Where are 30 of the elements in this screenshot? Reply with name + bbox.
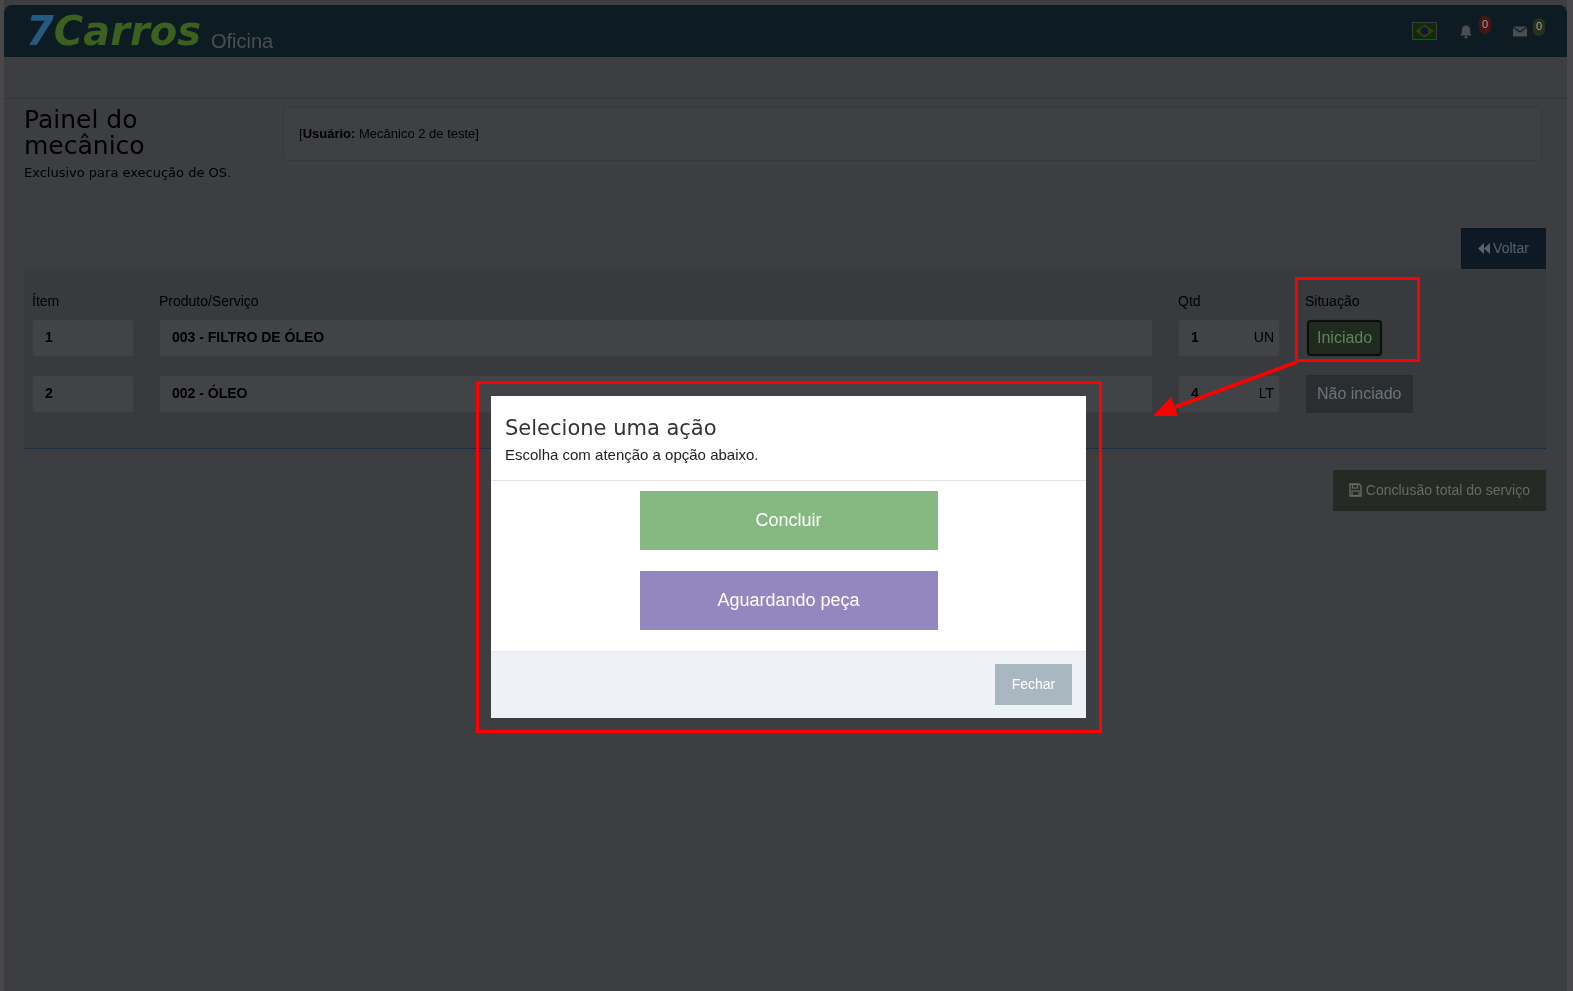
notification-count: 0 [1479, 15, 1491, 34]
quantity-field: 1 UN [1178, 318, 1280, 357]
item-field: 2 [32, 374, 134, 413]
column-header: Produto/Serviço [159, 291, 260, 311]
column-header: Ítem [32, 291, 61, 311]
logo-subtitle: Oficina [210, 31, 274, 51]
page-subtitle: Exclusivo para execução de OS. [24, 164, 233, 182]
back-button[interactable]: Voltar [1461, 227, 1546, 269]
flag-icon[interactable] [1412, 22, 1437, 40]
user-info: [Usuário: Mecânico 2 de teste] [283, 107, 1542, 161]
column-header: Situação [1305, 291, 1361, 311]
notification-count: 0 [1533, 17, 1545, 36]
complete-service-button[interactable]: Conclusão total do serviço [1332, 469, 1546, 511]
status-button[interactable]: Iniciado [1307, 319, 1383, 356]
double-chevron-left-icon [1478, 242, 1491, 254]
action-button[interactable]: Concluir [639, 490, 938, 550]
status-button[interactable]: Não inciado [1306, 374, 1413, 413]
logo-text: Carros [53, 11, 201, 51]
column-header: Qtd [1178, 291, 1202, 311]
page-title: Painel do mecânico [24, 107, 146, 159]
quantity-field: 4 LT [1178, 374, 1280, 413]
product-field: 003 - FILTRO DE ÓLEO [159, 318, 1153, 357]
logo-number: 7 [26, 11, 54, 51]
dialog-title: Selecione uma ação [505, 415, 718, 442]
dialog-subtitle: Escolha com atenção a opção abaixo. [505, 445, 760, 466]
close-button[interactable]: Fechar [995, 663, 1072, 705]
item-field: 1 [32, 318, 134, 357]
bell-icon[interactable] [1459, 23, 1473, 39]
action-button[interactable]: Aguardando peça [639, 570, 938, 630]
mail-icon[interactable] [1513, 25, 1527, 37]
